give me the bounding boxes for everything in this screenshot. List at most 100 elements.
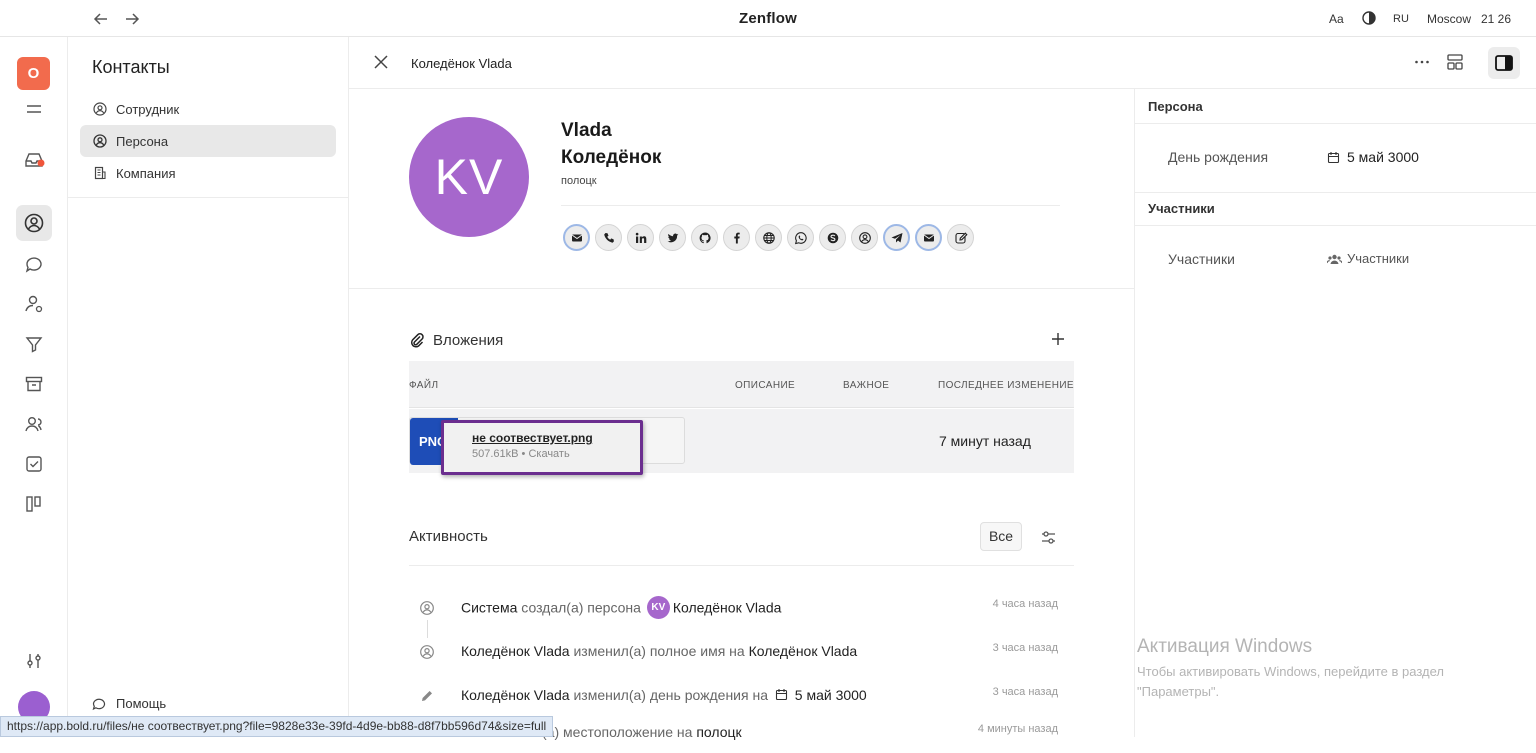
contact-location[interactable]: полоцк <box>561 175 597 187</box>
skype-icon[interactable] <box>819 224 846 251</box>
facebook-icon[interactable] <box>723 224 750 251</box>
divider <box>561 205 1060 206</box>
attachments-table-header: ФАЙЛ ОПИСАНИЕ ВАЖНОЕ ПОСЛЕДНЕЕ ИЗМЕНЕНИЕ <box>409 361 1074 408</box>
activity-item: Коледёнок Vlada изменил(а) день рождения… <box>409 686 1074 716</box>
app-title: Zenflow <box>738 10 798 27</box>
activity-target[interactable]: Коледёнок Vlada <box>673 600 782 616</box>
sidebar-toggle-button[interactable] <box>1488 47 1520 79</box>
users-icon <box>1327 253 1342 266</box>
archive-icon[interactable] <box>23 373 45 395</box>
activity-actor[interactable]: Коледёнок Vlada <box>461 687 570 703</box>
language-button[interactable]: RU <box>1393 13 1409 25</box>
font-size-button[interactable]: Aa <box>1329 12 1344 26</box>
divider <box>1135 192 1536 193</box>
contacts-icon[interactable] <box>23 212 45 234</box>
windows-watermark-text: Чтобы активировать Windows, перейдите в … <box>1137 662 1536 702</box>
divider <box>68 197 348 198</box>
activity-target[interactable]: Коледёнок Vlada <box>749 643 858 659</box>
activity-title: Активность <box>409 528 488 545</box>
contacts-title: Контакты <box>92 57 170 77</box>
filter-settings-icon[interactable] <box>1040 529 1057 546</box>
activity-action: изменил(а) полное имя на <box>573 643 745 659</box>
windows-watermark-line: "Параметры". <box>1137 684 1220 699</box>
chat-icon[interactable] <box>23 253 45 275</box>
file-meta[interactable]: 507.61kB • Скачать <box>472 448 570 460</box>
filter-icon[interactable] <box>23 333 45 355</box>
activity-target[interactable]: полоцк <box>696 724 741 740</box>
record-title: Коледёнок Vlada <box>411 56 512 71</box>
activity-target[interactable]: 5 май 3000 <box>795 687 867 703</box>
divider <box>1135 123 1536 124</box>
pencil-icon <box>419 688 435 704</box>
mini-avatar: KV <box>646 596 670 619</box>
left-rail: O <box>0 37 68 737</box>
detail-header: Коледёнок Vlada <box>349 37 1536 89</box>
user-icon[interactable] <box>851 224 878 251</box>
email-icon[interactable] <box>563 224 590 251</box>
layout-icon[interactable] <box>1446 53 1464 71</box>
attachments-title: Вложения <box>433 332 504 349</box>
theme-toggle-icon[interactable] <box>1362 11 1376 25</box>
building-icon <box>93 166 107 180</box>
column-header-file[interactable]: ФАЙЛ <box>409 380 438 391</box>
column-header-description[interactable]: ОПИСАНИЕ <box>735 380 795 391</box>
contacts-item-company[interactable]: Компания <box>80 157 336 189</box>
phone-icon[interactable] <box>595 224 622 251</box>
more-options-icon[interactable] <box>1413 53 1431 71</box>
birthday-label: День рождения <box>1168 149 1269 165</box>
participants-value: Участники <box>1347 251 1410 266</box>
activity-time: 3 часа назад <box>992 642 1058 654</box>
contacts-item-person[interactable]: Персона <box>80 125 336 157</box>
file-name-link[interactable]: не соотвествует.png <box>472 431 593 445</box>
activity-time: 4 часа назад <box>992 598 1058 610</box>
contacts-item-employee[interactable]: Сотрудник <box>80 93 336 125</box>
activity-action: изменил(а) день рождения на <box>573 687 768 703</box>
activity-actor[interactable]: Система <box>461 600 517 616</box>
board-icon[interactable] <box>23 493 45 515</box>
whatsapp-icon[interactable] <box>787 224 814 251</box>
activity-time: 3 часа назад <box>992 686 1058 698</box>
windows-watermark-line: Чтобы активировать Windows, перейдите в … <box>1137 664 1444 679</box>
help-label: Помощь <box>116 696 167 711</box>
link-preview-status-bar: https://app.bold.ru/files/не соотвествуе… <box>0 716 554 737</box>
team-icon[interactable] <box>23 413 45 435</box>
linkedin-icon[interactable] <box>627 224 654 251</box>
divider <box>409 565 1074 566</box>
twitter-icon[interactable] <box>659 224 686 251</box>
contact-first-name[interactable]: Vlada <box>561 120 612 142</box>
user-circle-icon <box>419 600 435 616</box>
email-icon[interactable] <box>915 224 942 251</box>
calendar-icon <box>775 689 787 701</box>
birthday-value: 5 май 3000 <box>1347 149 1419 165</box>
add-attachment-icon[interactable] <box>1051 332 1065 346</box>
windows-watermark-title: Активация Windows <box>1137 636 1313 657</box>
contacts-item-label: Компания <box>116 166 176 181</box>
user-circle-icon <box>93 102 107 116</box>
clock-location: Moscow <box>1427 12 1472 26</box>
file-card[interactable]: PNG не соотвествует.png 507.61kB • Скача… <box>409 417 685 475</box>
inbox-icon[interactable] <box>23 148 45 170</box>
clock-time: 21 26 <box>1481 12 1512 26</box>
activity-item: Коледёнок Vlada изменил(а) полное имя на… <box>409 642 1074 672</box>
close-icon[interactable] <box>373 54 389 70</box>
table-row[interactable]: PNG не соотвествует.png 507.61kB • Скача… <box>409 409 1074 475</box>
file-info-highlight[interactable]: не соотвествует.png 507.61kB • Скачать <box>441 420 643 475</box>
adjustments-icon[interactable] <box>23 650 45 672</box>
workspace-badge[interactable]: O <box>17 57 50 90</box>
tasks-icon[interactable] <box>23 453 45 475</box>
telegram-icon[interactable] <box>883 224 910 251</box>
contact-last-name[interactable]: Коледёнок <box>561 147 661 169</box>
user-settings-icon[interactable] <box>23 293 45 315</box>
activity-filter-button[interactable]: Все <box>980 522 1022 551</box>
contacts-item-label: Сотрудник <box>116 102 180 117</box>
user-circle-icon <box>93 134 107 148</box>
contacts-panel: Контакты Сотрудник Персона Компания Помо… <box>68 37 349 737</box>
edit-icon[interactable] <box>947 224 974 251</box>
globe-icon[interactable] <box>755 224 782 251</box>
menu-icon[interactable] <box>23 98 45 120</box>
chat-bubble-icon <box>92 697 106 711</box>
column-header-important[interactable]: ВАЖНОЕ <box>843 380 889 391</box>
github-icon[interactable] <box>691 224 718 251</box>
column-header-last-modified[interactable]: ПОСЛЕДНЕЕ ИЗМЕНЕНИЕ <box>938 380 1074 391</box>
activity-actor[interactable]: Коледёнок Vlada <box>461 643 570 659</box>
